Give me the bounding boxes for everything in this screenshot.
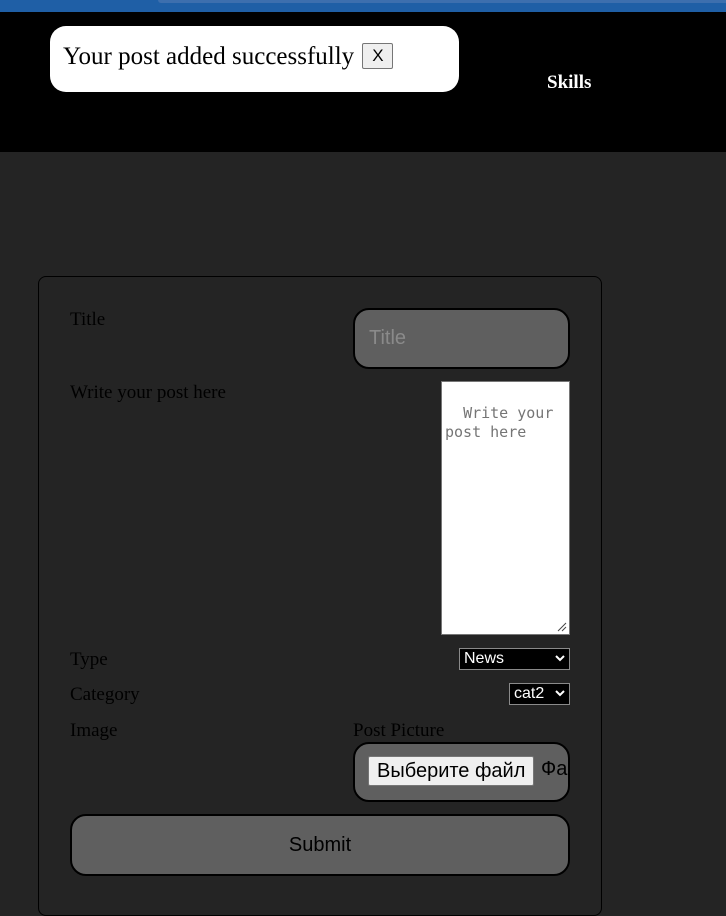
success-notification: Your post added successfully X [50, 26, 459, 92]
chevron-down-icon [555, 690, 565, 697]
file-input[interactable]: Выберите файл Файл не выбран [353, 742, 570, 802]
site-header: Your post added successfully X Skills [0, 12, 726, 152]
title-label: Title [70, 309, 106, 330]
image-label: Image [70, 720, 118, 741]
title-input[interactable]: Title [353, 308, 570, 369]
type-select-value: News [464, 650, 505, 667]
submit-button[interactable]: Submit [70, 814, 570, 876]
post-body-label: Write your post here [70, 382, 226, 403]
category-label: Category [70, 684, 140, 705]
nav-link-skills[interactable]: Skills [547, 72, 591, 94]
browser-top-strip [0, 0, 726, 12]
category-select-value: cat2 [514, 685, 545, 702]
category-select[interactable]: cat2 [509, 683, 570, 705]
type-label: Type [70, 649, 108, 670]
chevron-down-icon [555, 655, 565, 662]
post-picture-label: Post Picture [353, 720, 445, 741]
post-body-textarea[interactable]: Write your post here [441, 381, 570, 635]
file-status-text: Файл не выбран [541, 758, 568, 780]
post-body-placeholder: Write your post here [445, 404, 563, 441]
browser-tab-edge [158, 0, 726, 3]
close-notification-button[interactable]: X [362, 43, 394, 70]
resize-handle-icon[interactable] [557, 622, 567, 632]
notification-message: Your post added successfully [63, 43, 355, 70]
choose-file-button[interactable]: Выберите файл [368, 756, 535, 786]
type-select[interactable]: News [459, 648, 570, 670]
